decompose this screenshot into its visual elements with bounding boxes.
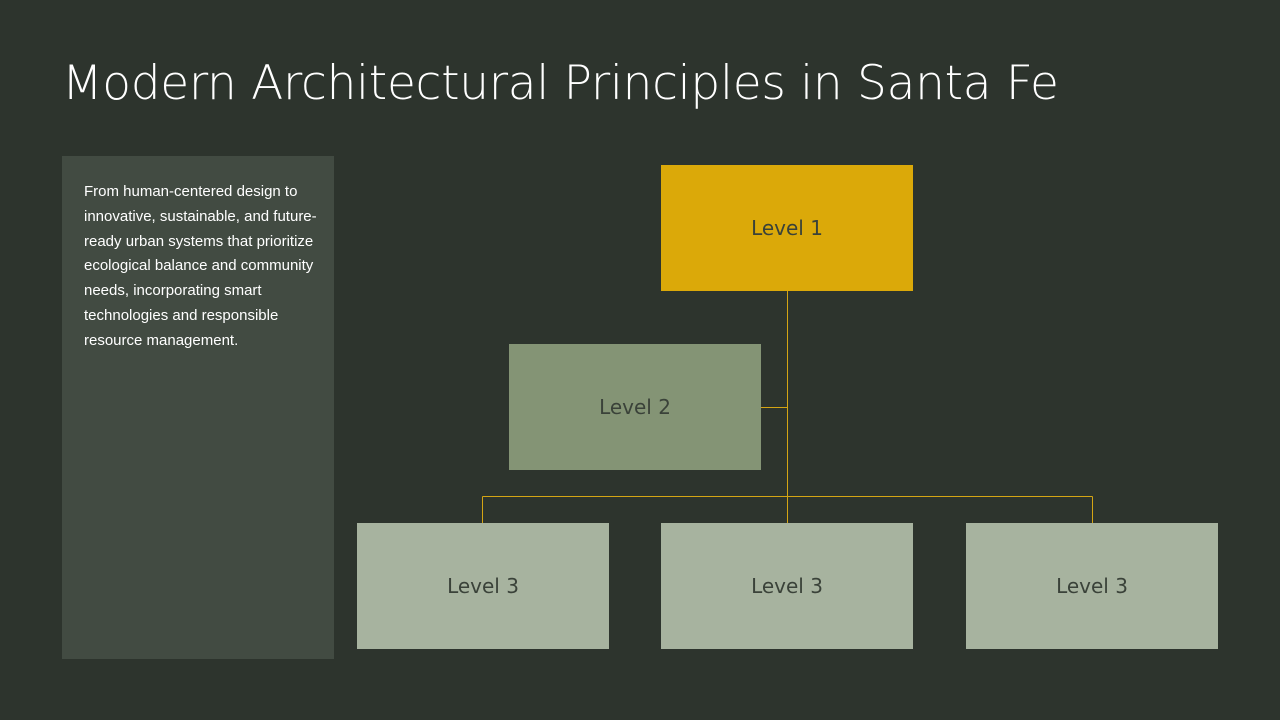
- slide: Modern Architectural Principles in Santa…: [0, 0, 1280, 720]
- org-node-level-3-label: Level 3: [751, 574, 823, 598]
- org-node-level-3-left[interactable]: Level 3: [357, 523, 609, 649]
- org-node-level-1-label: Level 1: [751, 216, 823, 240]
- org-node-level-3-label: Level 3: [1056, 574, 1128, 598]
- org-node-level-3-label: Level 3: [447, 574, 519, 598]
- org-node-level-1[interactable]: Level 1: [661, 165, 913, 291]
- org-node-level-3-right[interactable]: Level 3: [966, 523, 1218, 649]
- org-node-level-3-center[interactable]: Level 3: [661, 523, 913, 649]
- org-node-level-2-label: Level 2: [599, 395, 671, 419]
- org-node-level-2[interactable]: Level 2: [509, 344, 761, 470]
